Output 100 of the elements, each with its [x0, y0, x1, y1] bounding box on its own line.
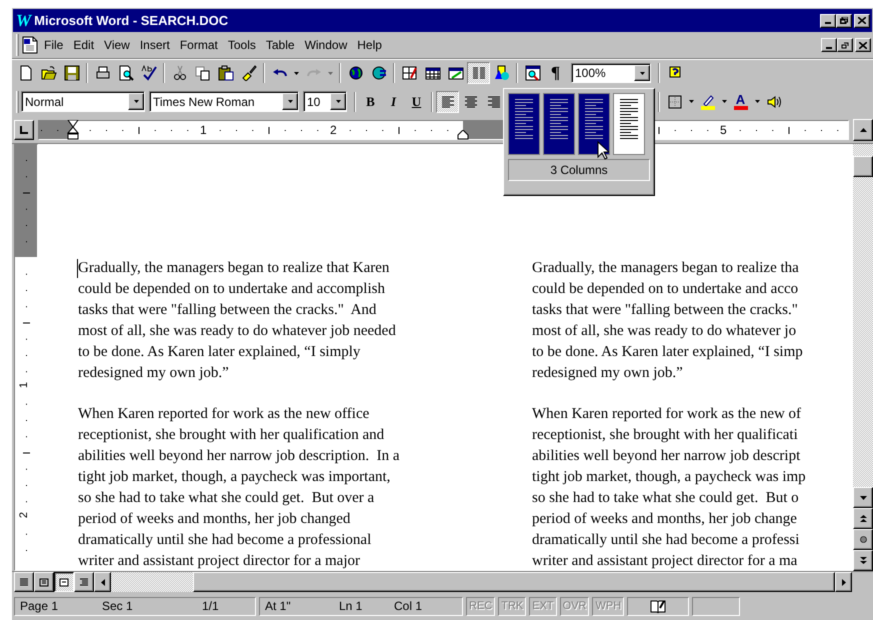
caret-icon [640, 72, 644, 74]
text-line: period of weeks and months, her job changed [78, 510, 352, 529]
ruler-number: 2 [18, 512, 30, 518]
menu-item[interactable]: Table [260, 36, 300, 54]
table-grid-icon [424, 65, 440, 81]
document-icon [21, 36, 39, 54]
text-line: abilities well beyond her narrow job description. In a [78, 447, 401, 466]
menu-item[interactable]: Window [300, 36, 352, 54]
align-center-icon [462, 94, 478, 110]
ruler-number: 5 [720, 122, 727, 136]
text-line: When Karen reported for work as the new office [78, 405, 370, 424]
online-layout-button[interactable] [34, 572, 54, 592]
close-button[interactable] [855, 38, 871, 52]
bold-button[interactable]: B [359, 90, 382, 112]
previous-page-icon [860, 515, 866, 522]
text-cursor [77, 259, 78, 278]
italic-button[interactable]: I [382, 90, 405, 112]
speaker-icon [766, 94, 782, 110]
style-field[interactable]: Normal [21, 91, 145, 112]
next-page-button[interactable] [853, 550, 873, 571]
borders-icon [666, 94, 682, 110]
scroll-thumb[interactable] [853, 156, 873, 177]
cut-scissors-icon [172, 65, 188, 81]
scroll-down-button[interactable] [853, 487, 873, 508]
minimize-button[interactable] [821, 38, 837, 52]
font-size-field[interactable]: 10 [303, 91, 347, 112]
menu-item[interactable]: File [39, 36, 68, 54]
close-icon [859, 42, 867, 48]
font-color-button[interactable]: A [729, 90, 752, 112]
new-document-icon [18, 65, 34, 81]
right-arrow-icon [842, 578, 846, 586]
restore-button[interactable] [836, 14, 852, 28]
scroll-right-button[interactable] [835, 572, 852, 592]
column-option[interactable] [578, 93, 610, 155]
zoom-field[interactable]: 100% [571, 63, 651, 83]
font-field[interactable]: Times New Roman [149, 91, 299, 112]
column-option[interactable] [508, 93, 540, 155]
text-line: receptionist, she brought with her qualification and [78, 426, 386, 445]
scroll-down-icon [860, 494, 866, 501]
text-line: Gradually, the managers began to realize that Karen [78, 259, 390, 278]
menu-item[interactable]: Edit [68, 36, 100, 54]
menu-item[interactable]: Format [174, 36, 223, 54]
text-line: abilities well beyond her narrow job descript [532, 447, 802, 466]
right-indent-marker-icon [457, 130, 469, 140]
menu-item[interactable]: Help [352, 36, 387, 54]
book-pencil-icon [650, 599, 666, 613]
tab-selector-button[interactable] [14, 120, 34, 140]
text-line: to be done. As Karen later explained, “I simp [532, 343, 804, 362]
dropdown-button[interactable] [128, 93, 144, 110]
dropdown-button[interactable] [330, 93, 346, 110]
dropdown-button[interactable] [634, 65, 650, 81]
browse-object-icon [860, 536, 866, 543]
menu-item[interactable]: View [99, 36, 135, 54]
document-map-icon [524, 65, 540, 81]
text-line: so she had to take what she could get. But o [532, 489, 800, 508]
text-line: redesigned my own job.” [78, 364, 230, 383]
indent-marker-icon [67, 120, 79, 140]
table-pencil-icon [402, 65, 418, 81]
dropdown-button[interactable] [282, 93, 298, 110]
close-icon [858, 17, 866, 24]
window-title: Microsoft Word - SEARCH.DOC [34, 13, 230, 28]
text-line: tight job market, though, a paycheck was important, [78, 468, 392, 487]
browse-object-button[interactable] [853, 529, 873, 550]
show-formatting-button[interactable]: ¶ [544, 62, 567, 84]
undo-icon [272, 69, 286, 77]
column-option[interactable] [613, 93, 645, 155]
column-option[interactable] [543, 93, 575, 155]
status-text: Page 1 [20, 599, 60, 613]
text-line: Gradually, the managers began to realize tha [532, 259, 800, 278]
close-button[interactable] [854, 14, 870, 28]
caret-icon [294, 72, 299, 74]
scroll-left-button[interactable] [94, 572, 111, 592]
minimize-button[interactable] [820, 14, 836, 28]
status-text: Sec 1 [102, 599, 134, 613]
up-arrow-icon [860, 128, 866, 132]
columns-button[interactable] [467, 62, 490, 84]
outline-view-icon [79, 578, 89, 586]
text-line: dramatically until she had become a professi [532, 531, 800, 550]
text-line: tight job market, though, a paycheck was imp [532, 468, 807, 487]
caret-icon [754, 100, 760, 103]
page-layout-button[interactable] [54, 572, 74, 592]
outline-view-button[interactable] [74, 572, 94, 592]
scroll-thumb[interactable] [193, 572, 835, 592]
restore-button[interactable] [837, 38, 853, 52]
normal-view-button[interactable] [14, 572, 34, 592]
print-icon [94, 65, 110, 81]
text-line: redesigned my own job.” [532, 364, 684, 383]
status-text: At 1" [265, 599, 292, 613]
scroll-up-button[interactable] [853, 118, 873, 140]
status-text: Ln 1 [339, 599, 364, 613]
underline-button[interactable]: U [405, 90, 428, 112]
status-text: Col 1 [394, 599, 424, 613]
drawing-shapes-icon [494, 65, 510, 81]
status-text: 1/1 [202, 599, 220, 613]
text-line: dramatically until she had become a professional [78, 531, 372, 550]
menu-item[interactable]: Insert [134, 36, 175, 54]
previous-page-button[interactable] [853, 508, 873, 529]
align-left-button[interactable] [436, 90, 459, 112]
menu-item[interactable]: Tools [222, 36, 261, 54]
caret-icon [336, 100, 340, 103]
